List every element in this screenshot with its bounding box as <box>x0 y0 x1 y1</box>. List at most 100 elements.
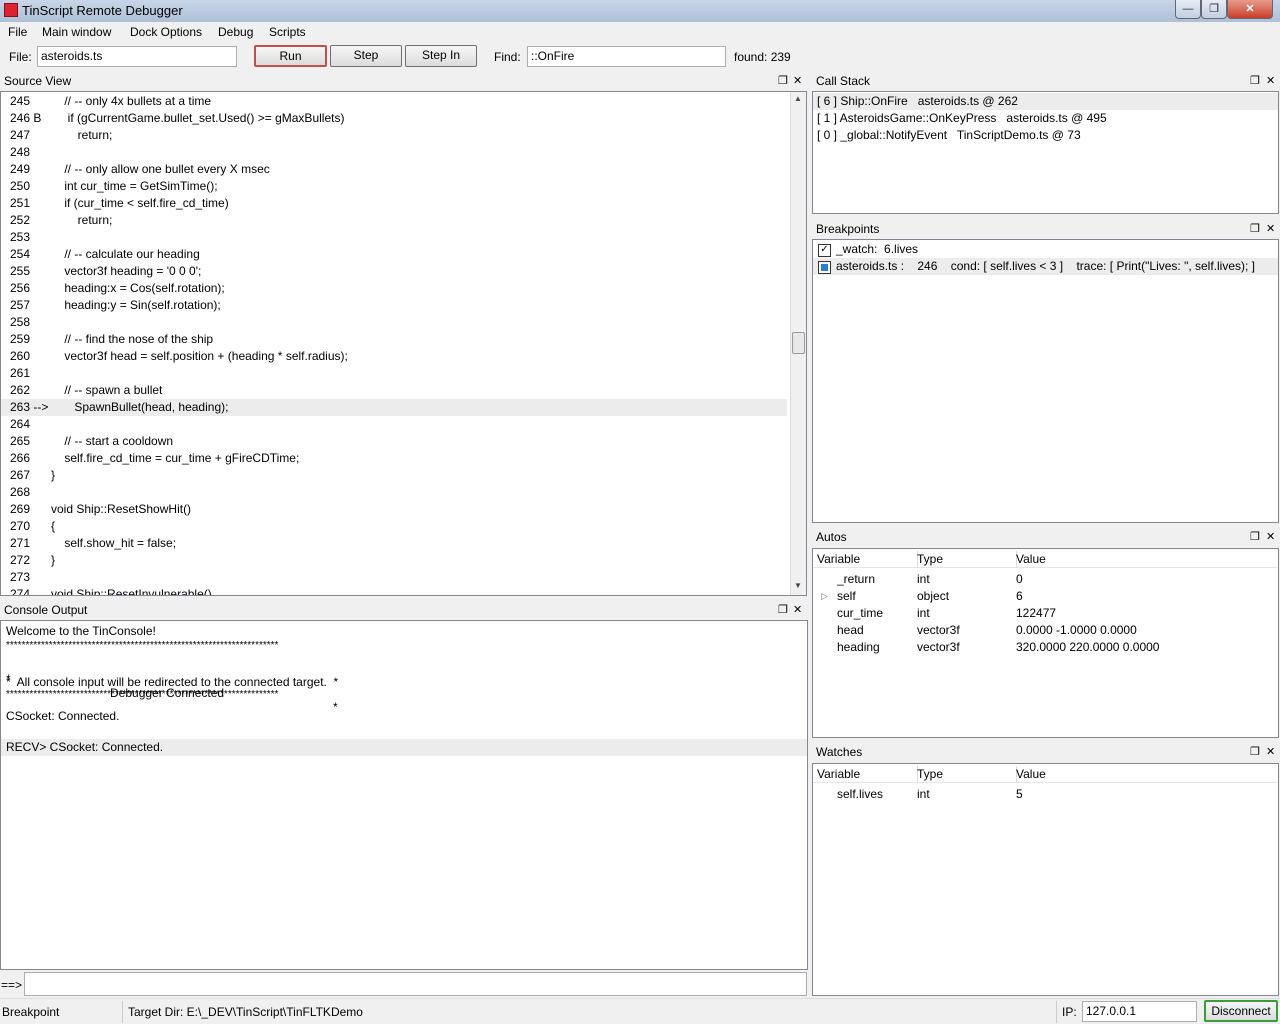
code-line[interactable]: 258 <box>1 314 787 331</box>
close-icon[interactable]: ✕ <box>1266 745 1275 758</box>
call-stack-entry[interactable]: [ 6 ] Ship::OnFire asteroids.ts @ 262 <box>813 93 1278 110</box>
run-button[interactable]: Run <box>254 45 327 67</box>
column-value[interactable]: Value <box>1012 766 1278 783</box>
code-line[interactable]: 262 // -- spawn a bullet <box>1 382 787 399</box>
line-number[interactable]: 252 <box>10 212 54 229</box>
call-stack-list[interactable]: [ 6 ] Ship::OnFire asteroids.ts @ 262 [ … <box>812 91 1279 214</box>
menu-scripts[interactable]: Scripts <box>269 25 306 39</box>
close-icon[interactable]: ✕ <box>1266 74 1275 87</box>
code-line[interactable]: 269 void Ship::ResetShowHit() <box>1 501 787 518</box>
console-output[interactable]: Welcome to the TinConsole! *************… <box>0 620 808 970</box>
checkbox-partial-icon[interactable] <box>818 261 831 274</box>
code-line[interactable]: 247 return; <box>1 127 787 144</box>
watches-table[interactable]: Variable Type Value self.lives int 5 <box>812 763 1279 996</box>
line-number[interactable]: 256 <box>10 280 54 297</box>
line-number[interactable]: 273 <box>10 569 54 586</box>
line-number[interactable]: 269 <box>10 501 54 518</box>
code-line[interactable]: 246 B if (gCurrentGame.bullet_set.Used()… <box>1 110 787 127</box>
line-number[interactable]: 253 <box>10 229 54 246</box>
menu-debug[interactable]: Debug <box>218 25 253 39</box>
source-view[interactable]: 245 // -- only 4x bullets at a time 246 B… <box>0 91 807 596</box>
table-row[interactable]: self.lives int 5 <box>813 786 1278 803</box>
close-icon[interactable]: ✕ <box>793 603 802 616</box>
code-line[interactable]: 268 <box>1 484 787 501</box>
line-number[interactable]: 268 <box>10 484 54 501</box>
line-number[interactable]: 266 <box>10 450 54 467</box>
code-line[interactable]: 270{ <box>1 518 787 535</box>
code-line[interactable]: 273 <box>1 569 787 586</box>
menu-file[interactable]: File <box>8 25 27 39</box>
line-number[interactable]: 247 <box>10 127 54 144</box>
column-type[interactable]: Type <box>913 766 1017 783</box>
ip-input[interactable]: 127.0.0.1 <box>1082 1001 1197 1022</box>
expand-icon[interactable]: ▷ <box>821 588 828 605</box>
table-row[interactable]: _return int 0 <box>813 571 1278 588</box>
line-number[interactable]: 258 <box>10 314 54 331</box>
maximize-button[interactable]: ❐ <box>1201 0 1227 19</box>
line-number[interactable]: 263 --> <box>10 399 54 416</box>
code-line[interactable]: 271 self.show_hit = false; <box>1 535 787 552</box>
code-line[interactable]: 265 // -- start a cooldown <box>1 433 787 450</box>
code-line[interactable]: 263 --> SpawnBullet(head, heading); <box>1 399 787 416</box>
code-line[interactable]: 248 <box>1 144 787 161</box>
float-icon[interactable]: ❐ <box>778 603 788 616</box>
file-input[interactable]: asteroids.ts <box>37 46 237 67</box>
source-scrollbar[interactable]: ▲ ▼ <box>790 92 806 595</box>
minimize-button[interactable]: — <box>1175 0 1201 19</box>
float-icon[interactable]: ❐ <box>1250 222 1260 235</box>
column-variable[interactable]: Variable <box>813 551 918 568</box>
close-icon[interactable]: ✕ <box>1266 530 1275 543</box>
code-line[interactable]: 253 <box>1 229 787 246</box>
title-bar[interactable]: TinScript Remote Debugger — ❐ ✕ <box>0 0 1280 22</box>
code-line[interactable]: 259 // -- find the nose of the ship <box>1 331 787 348</box>
code-line[interactable]: 257 heading:y = Sin(self.rotation); <box>1 297 787 314</box>
line-number[interactable]: 267 <box>10 467 54 484</box>
code-line[interactable]: 272} <box>1 552 787 569</box>
console-input[interactable] <box>24 972 807 996</box>
code-line[interactable]: 256 heading:x = Cos(self.rotation); <box>1 280 787 297</box>
find-input[interactable]: ::OnFire <box>527 46 726 67</box>
float-icon[interactable]: ❐ <box>1250 745 1260 758</box>
float-icon[interactable]: ❐ <box>778 74 788 87</box>
column-value[interactable]: Value <box>1012 551 1278 568</box>
table-row[interactable]: heading vector3f 320.0000 220.0000 0.0000 <box>813 639 1278 656</box>
code-line[interactable]: 260 vector3f head = self.position + (hea… <box>1 348 787 365</box>
call-stack-entry[interactable]: [ 1 ] AsteroidsGame::OnKeyPress asteroid… <box>813 110 1278 127</box>
line-number[interactable]: 249 <box>10 161 54 178</box>
step-button[interactable]: Step <box>330 45 402 67</box>
breakpoints-list[interactable]: ✓ _watch: 6.lives asteroids.ts : 246 con… <box>812 239 1279 523</box>
menu-dock-options[interactable]: Dock Options <box>130 25 202 39</box>
code-line[interactable]: 254 // -- calculate our heading <box>1 246 787 263</box>
table-row[interactable]: cur_time int 122477 <box>813 605 1278 622</box>
disconnect-button[interactable]: Disconnect <box>1204 1000 1278 1022</box>
column-variable[interactable]: Variable <box>813 766 918 783</box>
code-line[interactable]: 264 <box>1 416 787 433</box>
line-number[interactable]: 270 <box>10 518 54 535</box>
line-number[interactable]: 255 <box>10 263 54 280</box>
checkbox-checked-icon[interactable]: ✓ <box>818 244 831 257</box>
line-number[interactable]: 254 <box>10 246 54 263</box>
code-line[interactable]: 267} <box>1 467 787 484</box>
line-number[interactable]: 265 <box>10 433 54 450</box>
line-number[interactable]: 250 <box>10 178 54 195</box>
close-icon[interactable]: ✕ <box>793 74 802 87</box>
breakpoint-entry[interactable]: asteroids.ts : 246 cond: [ self.lives < … <box>813 258 1278 275</box>
step-in-button[interactable]: Step In <box>405 45 477 67</box>
line-number[interactable]: 251 <box>10 195 54 212</box>
breakpoint-entry[interactable]: ✓ _watch: 6.lives <box>813 241 1278 258</box>
menu-main-window[interactable]: Main window <box>42 25 111 39</box>
line-number[interactable]: 264 <box>10 416 54 433</box>
line-number[interactable]: 272 <box>10 552 54 569</box>
line-number[interactable]: 274 <box>10 586 54 595</box>
line-number[interactable]: 262 <box>10 382 54 399</box>
line-number[interactable]: 246 B <box>10 110 54 127</box>
line-number[interactable]: 259 <box>10 331 54 348</box>
line-number[interactable]: 248 <box>10 144 54 161</box>
table-row[interactable]: ▷ self object 6 <box>813 588 1278 605</box>
code-line[interactable]: 250 int cur_time = GetSimTime(); <box>1 178 787 195</box>
scroll-down-icon[interactable]: ▼ <box>794 581 802 590</box>
scroll-thumb[interactable] <box>792 332 805 354</box>
code-line[interactable]: 252 return; <box>1 212 787 229</box>
column-type[interactable]: Type <box>913 551 1017 568</box>
line-number[interactable]: 261 <box>10 365 54 382</box>
